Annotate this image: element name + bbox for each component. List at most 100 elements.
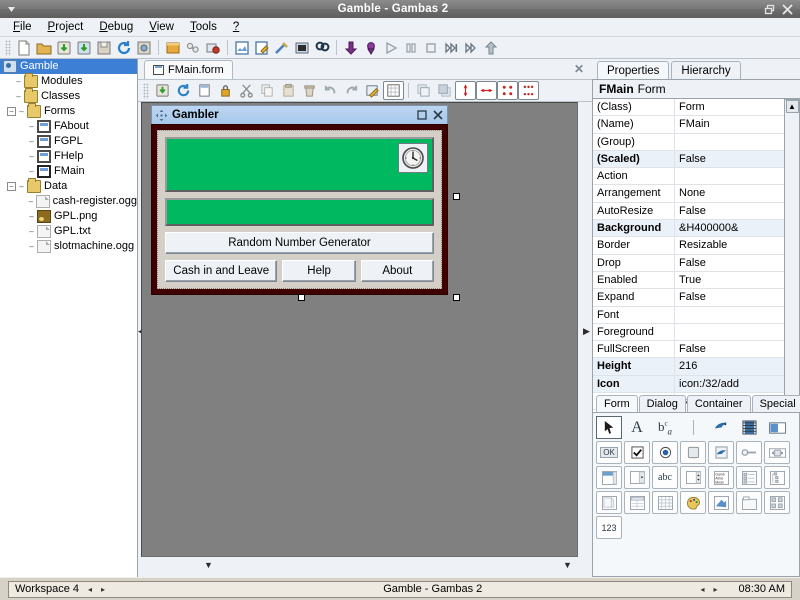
table-row[interactable]: Background&H400000& [593,220,784,237]
tree-item-classes[interactable]: – Classes [0,89,137,104]
radiobutton-icon[interactable] [652,441,678,464]
redo-icon[interactable] [341,81,362,100]
design-canvas[interactable]: Gambler [141,102,578,557]
edit-code-icon[interactable] [252,38,272,57]
table-row[interactable]: AutoResizeFalse [593,203,784,220]
display-panel-small[interactable] [165,198,434,226]
table-row[interactable]: EnabledTrue [593,272,784,289]
numberbox-icon[interactable]: 123 [596,516,622,539]
tree-item-fabout[interactable]: – FAbout [0,119,137,134]
table-row[interactable]: Height216 [593,358,784,375]
stop-icon[interactable] [421,38,441,57]
combobox-icon[interactable] [624,466,650,489]
align-horizontal-icon[interactable] [476,81,497,100]
distribute-v-icon[interactable] [497,81,518,100]
image-button-icon[interactable] [708,441,734,464]
table-row[interactable]: (Name)FMain [593,116,784,133]
send-back-icon[interactable] [434,81,455,100]
step-down-icon[interactable] [341,38,361,57]
bring-front-icon[interactable] [413,81,434,100]
tree-item-fgpl[interactable]: – FGPL [0,134,137,149]
console-icon[interactable] [292,38,312,57]
window-prev-arrow[interactable]: ◂ [700,585,704,594]
new-class-icon[interactable] [183,38,203,57]
columnview-icon[interactable] [624,491,650,514]
togglebutton-icon[interactable] [680,441,706,464]
menu-debug[interactable]: Debug [92,19,140,35]
table-row[interactable]: DropFalse [593,255,784,272]
table-row[interactable]: (Scaled)False [593,151,784,168]
window-menu-icon[interactable] [0,4,22,15]
copy-icon[interactable] [257,81,278,100]
find-icon[interactable] [312,38,332,57]
textarea-icon[interactable]: GambAtmoMean [708,466,734,489]
button-icon[interactable]: OK [596,441,622,464]
restore-window-button[interactable] [764,4,775,15]
workspace-prev-arrow[interactable]: ◂ [88,585,92,594]
filmstrip-icon[interactable] [736,416,762,439]
resize-handle-right[interactable] [453,193,460,200]
paste-icon[interactable] [278,81,299,100]
cash-in-and-leave-button[interactable]: Cash in and Leave [165,260,277,282]
pause-icon[interactable] [401,38,421,57]
save-as-icon[interactable] [94,38,114,57]
scroll-down-arrow-right[interactable]: ▼ [563,561,572,570]
taskbar-window-title[interactable]: Gamble - Gambas 2 [165,583,700,595]
properties-vertical-scrollbar[interactable]: ▲ ▼ [785,99,800,424]
toolbar-grip[interactable] [5,40,11,56]
step-over-icon[interactable] [441,38,461,57]
new-form-icon[interactable] [203,38,223,57]
distribute-h-icon[interactable] [518,81,539,100]
menu-tools[interactable]: Tools [183,19,224,35]
tree-item-data[interactable]: − – Data [0,179,137,194]
property-value[interactable]: True [675,272,784,288]
drawingarea-icon[interactable] [708,491,734,514]
designed-form[interactable]: Gambler [151,105,448,295]
close-window-button[interactable] [782,4,793,15]
resize-handle-corner[interactable] [453,294,460,301]
menu-project[interactable]: Project [41,19,91,35]
tab-container[interactable]: Container [687,395,751,412]
form-titlebar[interactable]: Gambler [151,105,448,124]
new-icon[interactable] [194,81,215,100]
table-row[interactable]: FullScreenFalse [593,341,784,358]
table-row[interactable]: (Group) [593,134,784,151]
property-value[interactable] [675,134,784,150]
properties-table[interactable]: (Class)Form (Name)FMain (Group) (Scaled)… [592,99,785,424]
panel-icon[interactable] [596,491,622,514]
tree-item-modules[interactable]: – Modules [0,74,137,89]
save-icon[interactable] [152,81,173,100]
property-value[interactable]: Form [675,99,784,115]
lock-icon[interactable] [215,81,236,100]
table-row[interactable]: Action [593,168,784,185]
cut-tool-icon[interactable] [272,38,292,57]
label-icon[interactable]: A [624,416,650,439]
textbox-icon[interactable]: abc [652,466,678,489]
menu-view[interactable]: View [142,19,181,35]
scroll-up-button[interactable]: ▲ [786,100,799,113]
tree-item-fhelp[interactable]: – FHelp [0,149,137,164]
form-maximize-button[interactable] [416,110,427,121]
step-into-icon[interactable] [361,38,381,57]
treeview-icon[interactable] [764,466,790,489]
colorchooser-icon[interactable] [680,491,706,514]
form-toolbar-grip[interactable] [143,83,149,99]
table-row[interactable]: BorderResizable [593,237,784,254]
progressbar-icon[interactable] [764,416,790,439]
display-panel-large[interactable] [165,137,434,192]
undo-icon[interactable] [320,81,341,100]
table-row[interactable]: ExpandFalse [593,289,784,306]
tab-form[interactable]: Form [596,395,638,412]
pointer-icon[interactable] [596,416,622,439]
iconview-icon[interactable] [764,491,790,514]
property-value[interactable]: False [675,203,784,219]
about-button[interactable]: About [361,260,434,282]
refresh-icon[interactable] [173,81,194,100]
scroll-down-arrow-left[interactable]: ▼ [204,561,213,570]
spinbox-icon[interactable] [680,466,706,489]
cut-icon[interactable] [236,81,257,100]
align-vertical-icon[interactable] [455,81,476,100]
save-down-icon[interactable] [54,38,74,57]
tree-expander-forms[interactable]: − [7,107,16,116]
run-icon[interactable] [381,38,401,57]
